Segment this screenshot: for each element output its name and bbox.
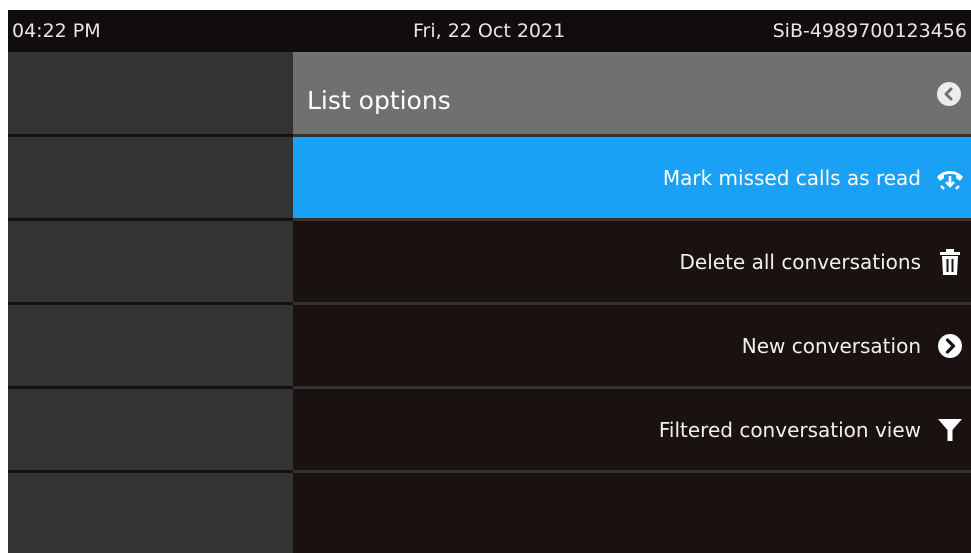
list-options-menu: List options Mark missed calls as read D… [293, 52, 971, 553]
status-bar: 04:22 PM Fri, 22 Oct 2021 SiB-4989700123… [8, 10, 971, 52]
phone-screen: 04:22 PM Fri, 22 Oct 2021 SiB-4989700123… [8, 10, 971, 553]
divider [293, 470, 971, 473]
chevron-right-circle-icon [935, 331, 965, 361]
option-label: Filtered conversation view [658, 417, 921, 442]
left-panel-row [8, 389, 293, 470]
back-chevron-icon[interactable] [937, 82, 961, 106]
option-label: Delete all conversations [679, 249, 921, 274]
option-delete-all-conversations[interactable]: Delete all conversations [293, 221, 971, 302]
status-device-id: SiB-4989700123456 [772, 20, 967, 42]
option-label: Mark missed calls as read [662, 165, 921, 190]
left-panel-row [8, 52, 293, 134]
status-date: Fri, 22 Oct 2021 [413, 20, 566, 42]
status-time: 04:22 PM [12, 20, 101, 42]
option-label: New conversation [741, 333, 921, 358]
option-new-conversation[interactable]: New conversation [293, 305, 971, 386]
option-mark-missed-calls-read[interactable]: Mark missed calls as read [293, 137, 971, 218]
menu-header: List options [293, 52, 971, 134]
trash-icon [935, 247, 965, 277]
missed-call-phone-icon [935, 163, 965, 193]
left-panel-row [8, 221, 293, 302]
left-panel-row [8, 305, 293, 386]
left-panel-row [8, 473, 293, 553]
option-filtered-conversation-view[interactable]: Filtered conversation view [293, 389, 971, 470]
filter-funnel-icon [935, 415, 965, 445]
menu-title: List options [307, 86, 451, 115]
left-panel-row [8, 137, 293, 218]
left-panel [8, 52, 293, 553]
